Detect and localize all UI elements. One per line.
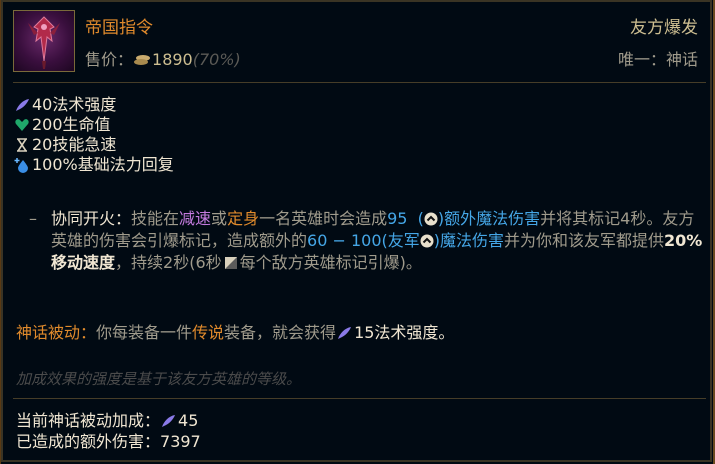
price-value: 1890 [152, 50, 193, 69]
item-tier: 唯一：神话 [617, 50, 698, 69]
mythic-passive: 神话被动：你每装备一件传说装备，就会获得 15法术强度。 [16, 323, 455, 342]
damage-dealt-value: 7397 [160, 432, 201, 451]
stats-list: 40法术强度 200生命值 20技能急速 100%基础法力回复 [14, 95, 174, 175]
mythic-bonus-row: 当前神话被动加成： 45 [16, 411, 199, 430]
divider-top [13, 82, 706, 83]
per-target-icon [224, 254, 238, 269]
mythic-bonus-value: 45 [178, 411, 199, 430]
item-type: 友方爆发 [630, 18, 698, 38]
damage-dealt-row: 已造成的额外伤害：7397 [16, 432, 201, 451]
passive-description: – 协同开火：技能在减速或定身一名英雄时会造成95 ()额外魔法伤害并将其标记4秒… [29, 209, 703, 272]
legendary-keyword: 传说 [192, 323, 225, 342]
mana-regen-icon [14, 157, 30, 173]
item-name: 帝国指令 [85, 18, 153, 38]
price-row: 售价： 1890(70%) [85, 46, 241, 70]
price-percent: (70%) [192, 50, 241, 69]
ally-level-icon [420, 232, 434, 248]
stat-health: 200生命值 [14, 115, 174, 135]
ability-power-icon [14, 97, 30, 113]
ability-power-icon [336, 325, 352, 341]
passive-title: 协同开火： [51, 209, 132, 228]
stat-totals: 当前神话被动加成： 45 已造成的额外伤害：7397 [16, 410, 201, 452]
imperial-mandate-icon [13, 10, 75, 72]
health-icon [14, 117, 30, 133]
stat-ability-haste: 20技能急速 [14, 135, 174, 155]
level-scaling-icon [424, 210, 438, 226]
item-tooltip: 帝国指令 售价： 1890(70%) 友方爆发 唯一：神话 40法术强度 200生… [1, 0, 712, 462]
damage-value-1: 95 [387, 209, 408, 228]
price-label: 售价： [85, 50, 134, 69]
divider-bottom [13, 398, 706, 399]
gold-icon [133, 51, 151, 65]
magic-damage-keyword-2: )魔法伤害 [433, 231, 504, 250]
magic-damage-keyword: 额外魔法伤害 [444, 209, 541, 228]
damage-value-2: 60 − 100(友军 [307, 231, 420, 250]
slow-keyword: 减速 [179, 209, 212, 228]
scaling-note: 加成效果的强度是基于该友方英雄的等级。 [16, 370, 302, 388]
mythic-ap-bonus: 15法术强度。 [354, 323, 455, 342]
immobilize-keyword: 定身 [227, 209, 260, 228]
bullet-dash: – [29, 209, 37, 228]
stat-mana-regen: 100%基础法力回复 [14, 155, 174, 175]
ability-power-icon [160, 413, 176, 429]
ability-haste-icon [14, 137, 30, 153]
stat-ability-power: 40法术强度 [14, 95, 174, 115]
mythic-passive-title: 神话被动： [16, 323, 97, 342]
